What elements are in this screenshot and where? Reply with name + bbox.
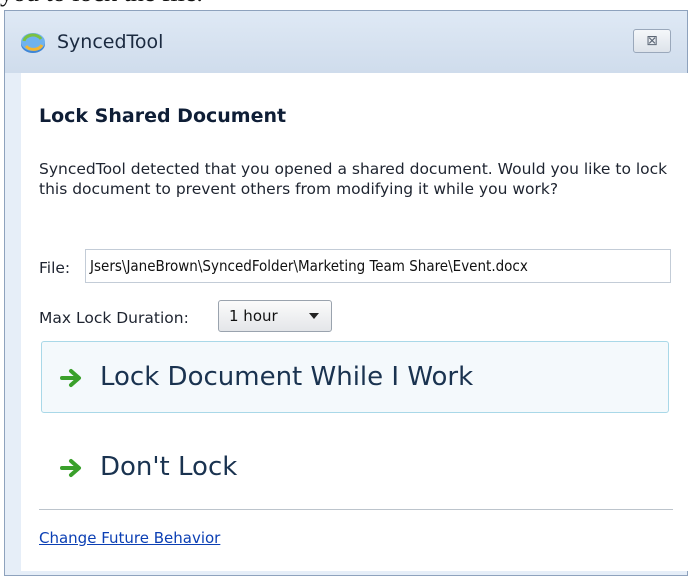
window-title: SyncedTool [57, 31, 164, 53]
dont-lock-label: Don't Lock [100, 452, 238, 482]
max-lock-duration-select[interactable]: 1 hour [218, 300, 332, 332]
max-lock-duration-label: Max Lock Duration: [39, 309, 189, 327]
file-label: File: [39, 259, 71, 277]
chevron-down-icon [309, 313, 319, 319]
lock-document-label: Lock Document While I Work [100, 362, 474, 392]
close-button[interactable]: ⊠ [633, 29, 671, 53]
file-path-field[interactable]: Jsers\JaneBrown\SyncedFolder\Marketing T… [85, 249, 671, 283]
change-future-behavior-link[interactable]: Change Future Behavior [39, 529, 220, 547]
close-icon: ⊠ [646, 33, 658, 49]
dialog-message: SyncedTool detected that you opened a sh… [39, 160, 668, 198]
title-bar[interactable]: SyncedTool ⊠ [5, 11, 687, 73]
dialog-heading: Lock Shared Document [39, 105, 287, 127]
sync-app-icon [21, 33, 45, 53]
green-arrow-icon [60, 369, 81, 387]
divider [39, 509, 673, 511]
document-text: you to lock the file. [0, 0, 203, 8]
lock-document-button[interactable]: Lock Document While I Work [41, 341, 669, 413]
dont-lock-button[interactable]: Don't Lock [41, 431, 669, 503]
duration-selected-value: 1 hour [229, 307, 278, 325]
green-arrow-icon [60, 459, 81, 477]
dialog-window: SyncedTool ⊠ Lock Shared Document Synced… [4, 10, 689, 576]
dialog-panel: Lock Shared Document SyncedTool detected… [21, 73, 689, 571]
